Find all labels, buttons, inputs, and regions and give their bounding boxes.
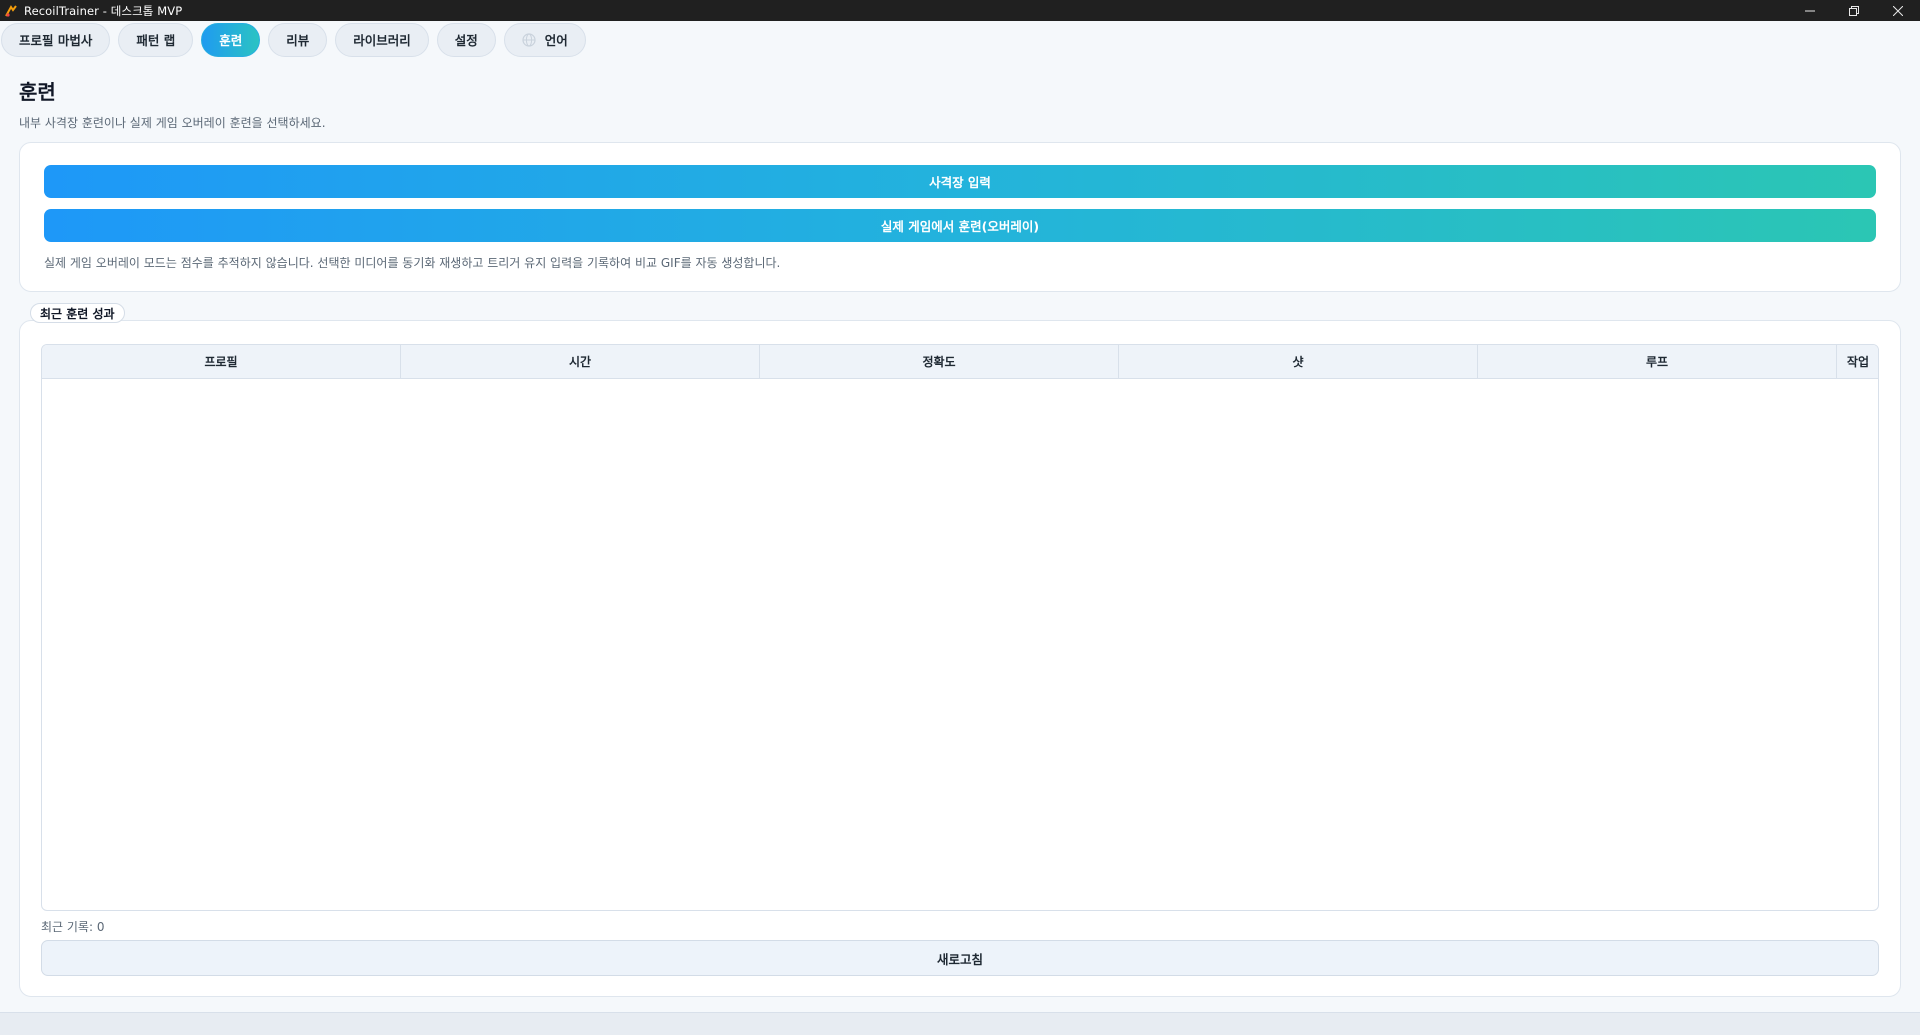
tab-label: 훈련	[219, 33, 243, 48]
main-tab-bar: 프로필 마법사 패턴 랩 훈련 리뷰 라이브러리 설정 언어	[0, 21, 1920, 58]
tab-label: 설정	[454, 33, 478, 48]
tab-label: 언어	[544, 33, 568, 48]
globe-icon	[522, 32, 536, 47]
column-header-shots[interactable]: 샷	[1119, 345, 1478, 378]
tab-review[interactable]: 리뷰	[268, 22, 328, 57]
app-logo-icon	[4, 4, 18, 18]
column-header-loops[interactable]: 루프	[1478, 345, 1837, 378]
column-header-actions[interactable]: 작업	[1837, 345, 1878, 378]
tab-profile-wizard[interactable]: 프로필 마법사	[1, 22, 111, 57]
window-controls	[1788, 0, 1920, 21]
window-title: RecoilTrainer - 데스크톱 MVP	[24, 3, 183, 18]
range-input-button[interactable]: 사격장 입력	[44, 165, 1876, 198]
tab-training[interactable]: 훈련	[201, 22, 261, 57]
tab-pattern-lab[interactable]: 패턴 랩	[118, 22, 194, 57]
page-title: 훈련	[19, 80, 56, 104]
results-table[interactable]: 프로필 시간 정확도 샷 루프 작업	[41, 344, 1879, 911]
column-header-accuracy[interactable]: 정확도	[760, 345, 1119, 378]
close-icon[interactable]	[1876, 0, 1920, 21]
tab-library[interactable]: 라이브러리	[335, 22, 429, 57]
overlay-training-button[interactable]: 실제 게임에서 훈련(오버레이)	[44, 209, 1876, 242]
recent-results-legend: 최근 훈련 성과	[30, 303, 125, 323]
restore-icon[interactable]	[1832, 0, 1876, 21]
refresh-button[interactable]: 새로고침	[41, 940, 1879, 976]
tab-language[interactable]: 언어	[503, 22, 586, 57]
training-options-card: 사격장 입력 실제 게임에서 훈련(오버레이) 실제 게임 오버레이 모드는 점…	[19, 142, 1901, 292]
recent-results-card: 프로필 시간 정확도 샷 루프 작업 최근 기록: 0 새로고침	[19, 320, 1901, 997]
overlay-mode-note: 실제 게임 오버레이 모드는 점수를 추적하지 않습니다. 선택한 미디어를 동…	[44, 256, 781, 270]
tab-label: 프로필 마법사	[19, 33, 93, 48]
window-titlebar: RecoilTrainer - 데스크톱 MVP	[0, 0, 1920, 21]
column-header-profile[interactable]: 프로필	[42, 345, 401, 378]
table-header: 프로필 시간 정확도 샷 루프 작업	[42, 345, 1878, 379]
tab-label: 리뷰	[286, 33, 310, 48]
tab-label: 라이브러리	[353, 33, 411, 48]
footer-strip	[0, 1012, 1920, 1035]
record-count: 최근 기록: 0	[41, 920, 105, 934]
tab-settings[interactable]: 설정	[436, 22, 496, 57]
minimize-icon[interactable]	[1788, 0, 1832, 21]
column-header-time[interactable]: 시간	[401, 345, 760, 378]
tab-label: 패턴 랩	[136, 33, 176, 48]
page-subtitle: 내부 사격장 훈련이나 실제 게임 오버레이 훈련을 선택하세요.	[19, 116, 326, 130]
